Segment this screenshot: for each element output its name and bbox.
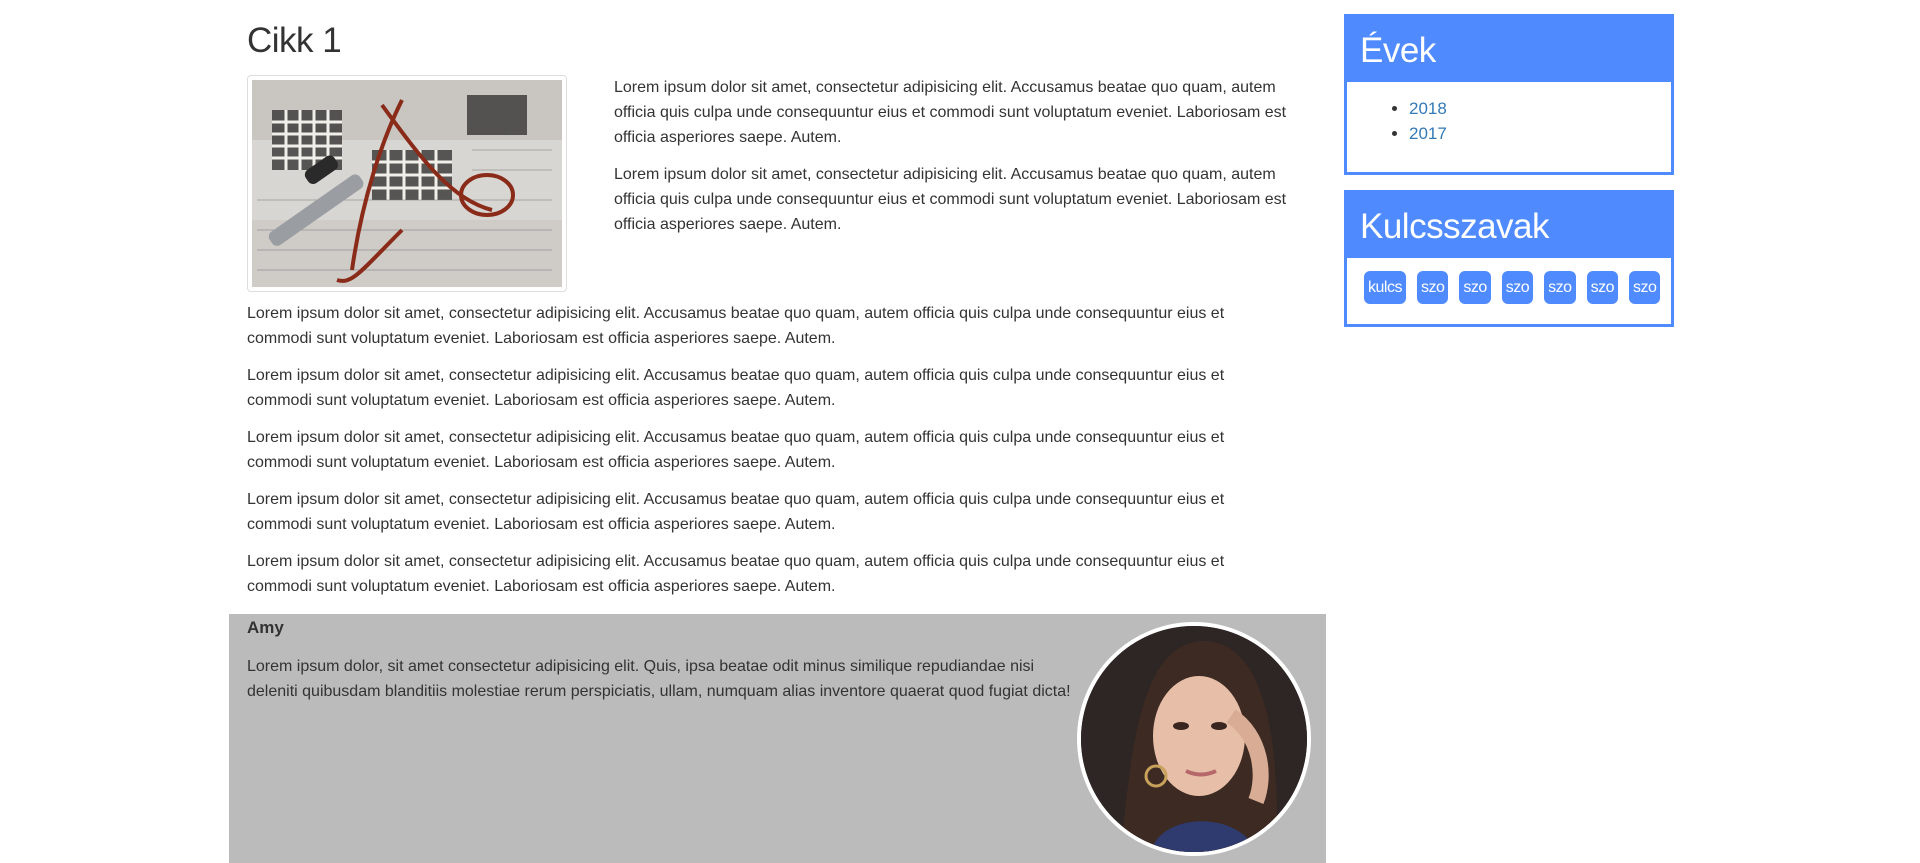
article-intro: Lorem ipsum dolor sit amet, consectetur … bbox=[247, 74, 1286, 301]
article-image bbox=[247, 74, 567, 292]
body-paragraph: Lorem ipsum dolor sit amet, consectetur … bbox=[247, 428, 1225, 471]
years-list: 2018 2017 bbox=[1347, 96, 1671, 146]
newspaper-image bbox=[252, 79, 562, 287]
tag-list: kulcs szo szo szo szo szo szo bbox=[1347, 258, 1671, 304]
keywords-title: Kulcsszavak bbox=[1347, 193, 1671, 258]
keyword-tag[interactable]: szo bbox=[1586, 271, 1618, 304]
body-paragraph: Lorem ipsum dolor sit amet, consectetur … bbox=[247, 490, 1225, 533]
years-title: Évek bbox=[1347, 17, 1671, 82]
author-bio: Lorem ipsum dolor, sit amet consectetur … bbox=[247, 658, 1071, 700]
year-item: 2018 bbox=[1409, 96, 1671, 121]
intro-paragraph: Lorem ipsum dolor sit amet, consectetur … bbox=[614, 78, 1287, 146]
keyword-tag[interactable]: szo bbox=[1501, 271, 1534, 304]
author-box: Amy Lorem ipsum dolor, sit amet consecte… bbox=[229, 614, 1326, 863]
years-panel: Évek 2018 2017 bbox=[1344, 14, 1674, 175]
year-link-2017[interactable]: 2017 bbox=[1409, 124, 1447, 143]
body-paragraph: Lorem ipsum dolor sit amet, consectetur … bbox=[247, 366, 1225, 409]
keyword-tag[interactable]: szo bbox=[1416, 271, 1449, 304]
intro-paragraph: Lorem ipsum dolor sit amet, consectetur … bbox=[614, 165, 1287, 233]
keyword-tag[interactable]: szo bbox=[1544, 271, 1576, 304]
body-paragraph: Lorem ipsum dolor sit amet, consectetur … bbox=[247, 304, 1225, 347]
year-link-2018[interactable]: 2018 bbox=[1409, 99, 1447, 118]
author-avatar bbox=[1077, 622, 1311, 856]
body-paragraph: Lorem ipsum dolor sit amet, consectetur … bbox=[247, 552, 1225, 595]
article: Cikk 1 Lorem ipsum dolor sit amet, conse… bbox=[247, 18, 1286, 611]
keyword-tag[interactable]: kulcs bbox=[1364, 271, 1406, 304]
keyword-tag[interactable]: szo bbox=[1628, 271, 1661, 304]
keyword-tag[interactable]: szo bbox=[1459, 271, 1491, 304]
author-name: Amy bbox=[247, 618, 284, 637]
article-body: Lorem ipsum dolor sit amet, consectetur … bbox=[247, 301, 1250, 599]
intro-text: Lorem ipsum dolor sit amet, consectetur … bbox=[614, 75, 1314, 249]
keywords-panel: Kulcsszavak kulcs szo szo szo szo szo sz… bbox=[1344, 190, 1674, 327]
year-item: 2017 bbox=[1409, 121, 1671, 146]
article-title: Cikk 1 bbox=[247, 21, 342, 60]
portrait-image bbox=[1081, 626, 1307, 852]
